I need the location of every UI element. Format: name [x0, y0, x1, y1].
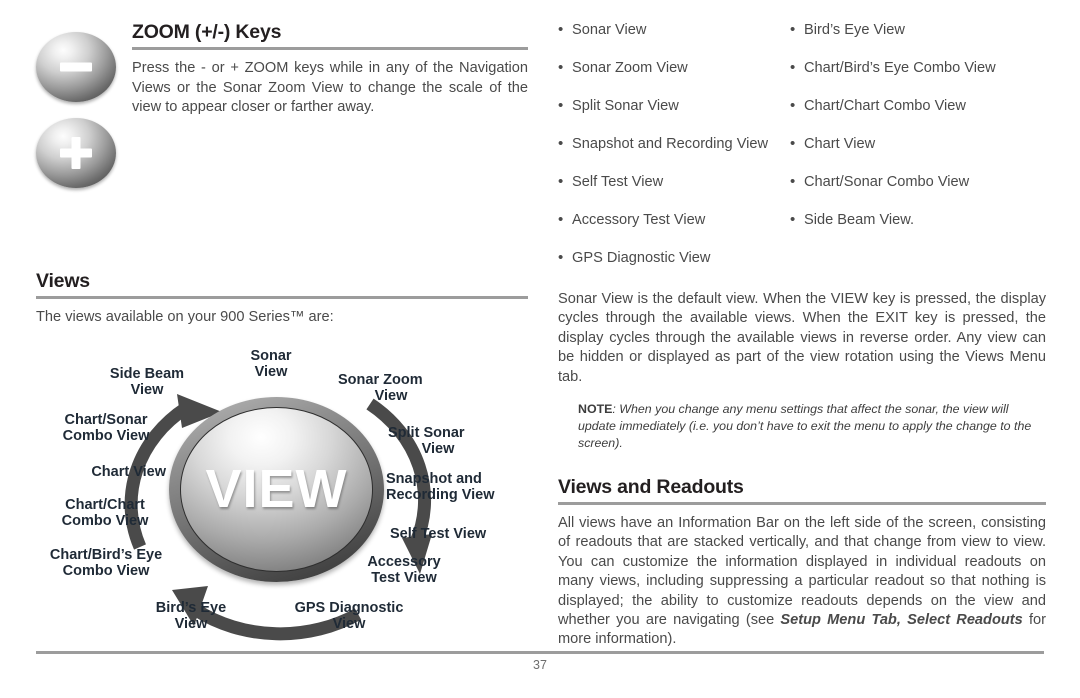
default-view-paragraph: Sonar View is the default view. When the… — [558, 291, 1046, 385]
diagram-label-sonar-zoom-view: Sonar Zoom View — [338, 372, 444, 404]
line-2: View — [254, 364, 288, 381]
diagram-label-snapshot-recording-view: Snapshot and Recording View — [386, 471, 495, 503]
views-section: Views The views available on your 900 Se… — [36, 270, 528, 328]
diagram-label-chart-chart-combo-view: Chart/Chart Combo View — [44, 497, 166, 529]
diagram-label-birds-eye-view: Bird’s Eye View — [136, 600, 246, 632]
line-2: View — [174, 616, 208, 633]
views-section-intro: The views available on your 900 Series™ … — [36, 309, 334, 326]
view-key-label: VIEW — [205, 459, 348, 520]
list-item: Snapshot and Recording View — [558, 135, 790, 154]
views-readouts-section: Views and Readouts All views have an Inf… — [558, 475, 1046, 650]
views-bullet-list-first: Sonar View Sonar Zoom View Split Sonar V… — [558, 21, 790, 288]
line-1: GPS Diagnostic — [294, 599, 404, 616]
list-item: Side Beam View. — [790, 211, 1046, 230]
line-1: Chart/Sonar — [64, 411, 148, 428]
list-item: Sonar View — [558, 21, 790, 40]
diagram-label-split-sonar-view: Split Sonar View — [388, 425, 488, 457]
views-readouts-body: All views have an Information Bar on the… — [558, 514, 1046, 650]
line-1: Self Test View — [390, 525, 487, 542]
zoom-minus-key-icon — [36, 32, 116, 102]
line-2: View — [332, 616, 366, 633]
note-block: NOTE: When you change any menu settings … — [578, 401, 1046, 452]
zoom-keys-section: ZOOM (+/-) Keys Press the - or + ZOOM ke… — [36, 21, 528, 188]
line-1: Split Sonar — [388, 424, 465, 441]
line-2: Combo View — [62, 563, 150, 580]
heading-rule — [132, 47, 528, 51]
zoom-section-heading: ZOOM (+/-) Keys — [132, 21, 282, 43]
diagram-label-chart-birds-eye-combo-view: Chart/Bird’s Eye Combo View — [36, 547, 176, 579]
line-1: Chart/Chart — [65, 496, 145, 513]
diagram-label-side-beam-view: Side Beam View — [92, 366, 202, 398]
list-item: Sonar Zoom View — [558, 59, 790, 78]
list-item: Accessory Test View — [558, 211, 790, 230]
diagram-label-chart-sonar-combo-view: Chart/Sonar Combo View — [44, 412, 168, 444]
line-1: Chart/Bird’s Eye — [49, 546, 163, 563]
list-item: Self Test View — [558, 173, 790, 192]
line-1: Sonar Zoom — [338, 371, 423, 388]
line-2: Recording View — [386, 487, 495, 504]
list-item: Split Sonar View — [558, 97, 790, 116]
view-key-face: VIEW — [180, 406, 373, 572]
plus-glyph-vertical — [71, 137, 81, 169]
line-1: Sonar — [250, 347, 292, 364]
line-2: Test View — [371, 570, 437, 587]
page-number: 37 — [533, 658, 547, 672]
zoom-section-body: Press the - or + ZOOM keys while in any … — [132, 60, 528, 116]
diagram-label-chart-view: Chart View — [46, 464, 166, 480]
line-2: Combo View — [62, 428, 150, 445]
diagram-label-self-test-view: Self Test View — [390, 526, 486, 542]
diagram-label-gps-diagnostic-view: GPS Diagnostic View — [282, 600, 416, 632]
list-item: Chart View — [790, 135, 1046, 154]
line-1: Snapshot and — [386, 470, 482, 487]
zoom-plus-key-icon — [36, 118, 116, 188]
right-column: Sonar View Sonar Zoom View Split Sonar V… — [558, 21, 1046, 650]
line-2: Combo View — [61, 513, 149, 530]
line-1: Accessory — [367, 553, 441, 570]
list-item: Chart/Sonar Combo View — [790, 173, 1046, 192]
views-bullet-lists: Sonar View Sonar Zoom View Split Sonar V… — [558, 21, 1046, 288]
manual-page: ZOOM (+/-) Keys Press the - or + ZOOM ke… — [0, 0, 1080, 698]
list-item: GPS Diagnostic View — [558, 249, 790, 268]
heading-rule — [36, 296, 528, 300]
left-column: ZOOM (+/-) Keys Press the - or + ZOOM ke… — [36, 21, 528, 662]
view-key-illustration: VIEW — [169, 396, 384, 582]
line-1: Chart View — [91, 463, 166, 480]
note-label: NOTE — [578, 402, 613, 417]
line-2: View — [421, 441, 455, 458]
view-cycle-diagram: VIEW Sonar View Sonar Zoom View Split So… — [36, 342, 528, 662]
heading-rule — [558, 502, 1046, 506]
cross-reference-emphasis: Setup Menu Tab, Select Readouts — [780, 612, 1023, 629]
line-2: View — [130, 382, 164, 399]
list-item: Bird’s Eye View — [790, 21, 1046, 40]
list-item: Chart/Bird’s Eye Combo View — [790, 59, 1046, 78]
minus-glyph — [60, 62, 92, 72]
footer-rule — [36, 651, 1044, 654]
views-bullet-list-second: Bird’s Eye View Chart/Bird’s Eye Combo V… — [790, 21, 1046, 288]
line-1: Side Beam — [109, 365, 185, 382]
zoom-key-illustration — [36, 32, 122, 188]
list-item: Chart/Chart Combo View — [790, 97, 1046, 116]
views-section-heading: Views — [36, 270, 90, 292]
line-2: View — [374, 388, 408, 405]
line-1: Bird’s Eye — [155, 599, 227, 616]
diagram-label-accessory-test-view: Accessory Test View — [358, 554, 450, 586]
note-text: : When you change any menu settings that… — [578, 402, 1032, 450]
diagram-label-sonar-view: Sonar View — [216, 348, 326, 380]
views-readouts-heading: Views and Readouts — [558, 475, 744, 498]
zoom-section-text: ZOOM (+/-) Keys Press the - or + ZOOM ke… — [132, 21, 528, 118]
